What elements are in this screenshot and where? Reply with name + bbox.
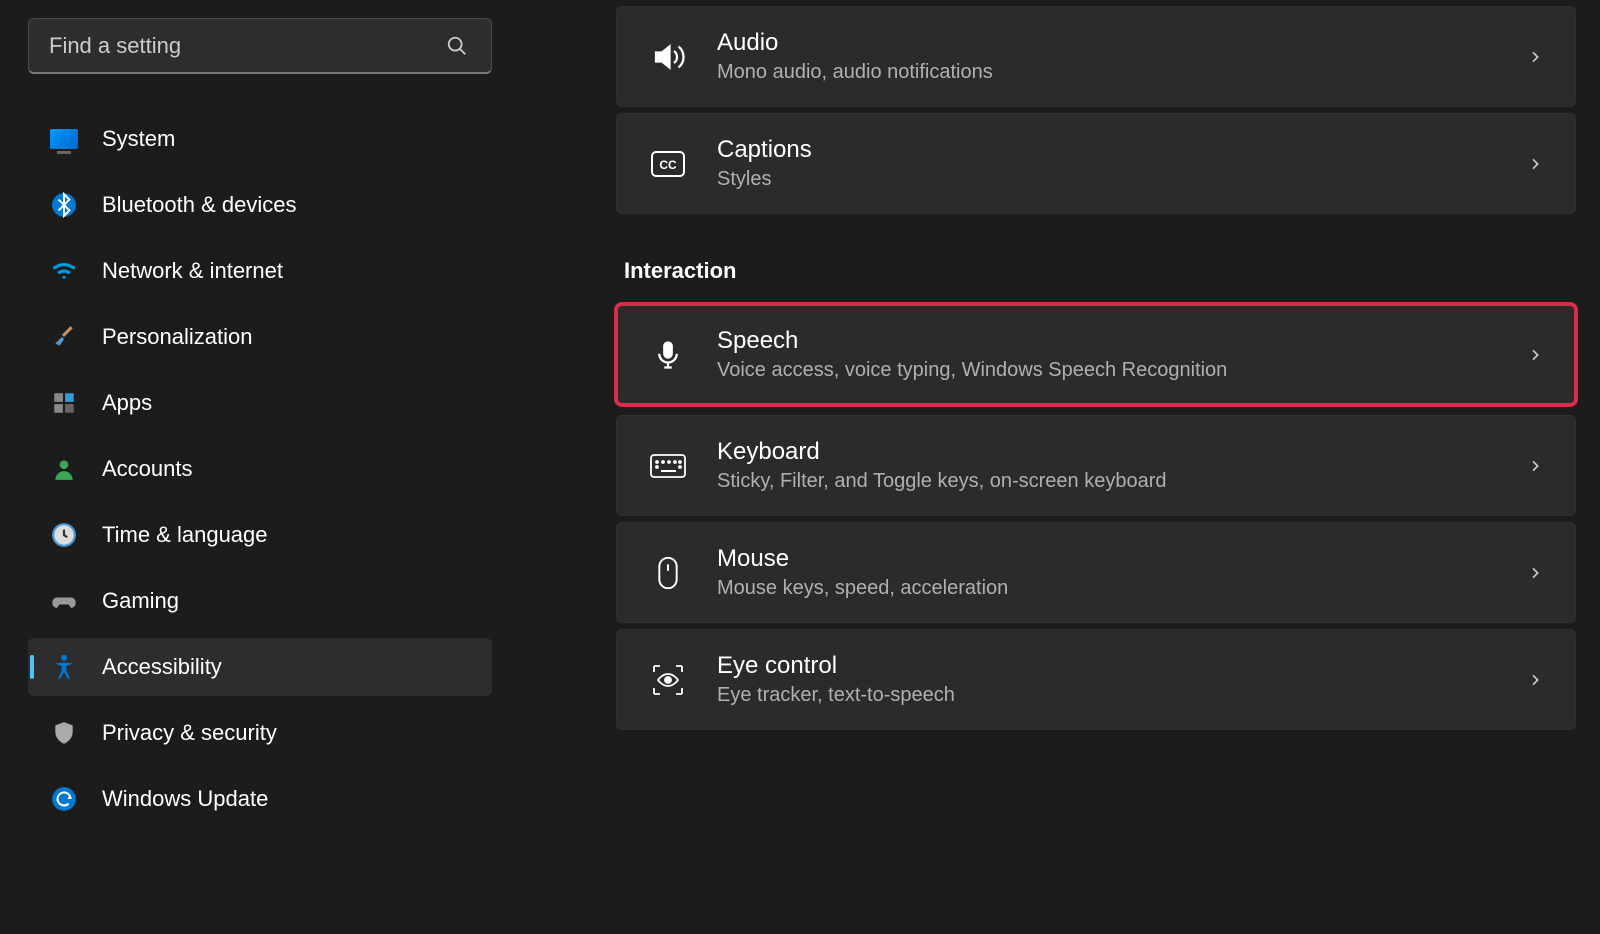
- wifi-icon: [46, 253, 82, 289]
- sidebar-item-accounts[interactable]: Accounts: [28, 440, 492, 498]
- card-text: Mouse Mouse keys, speed, acceleration: [717, 545, 1525, 600]
- sidebar-item-label: Gaming: [102, 588, 179, 614]
- sidebar-item-apps[interactable]: Apps: [28, 374, 492, 432]
- card-subtitle: Mouse keys, speed, acceleration: [717, 577, 1525, 600]
- card-captions[interactable]: CC Captions Styles: [616, 113, 1576, 214]
- section-header-interaction: Interaction: [624, 258, 1576, 284]
- person-icon: [46, 451, 82, 487]
- sidebar-item-gaming[interactable]: Gaming: [28, 572, 492, 630]
- chevron-right-icon: [1525, 47, 1545, 67]
- sidebar-item-accessibility[interactable]: Accessibility: [28, 638, 492, 696]
- bluetooth-icon: [46, 187, 82, 223]
- shield-icon: [46, 715, 82, 751]
- sidebar-item-personalization[interactable]: Personalization: [28, 308, 492, 366]
- clock-icon: [46, 517, 82, 553]
- sidebar-item-label: Accounts: [102, 456, 193, 482]
- chevron-right-icon: [1525, 456, 1545, 476]
- mouse-icon: [647, 552, 689, 594]
- sidebar-item-system[interactable]: System: [28, 110, 492, 168]
- sidebar-item-time[interactable]: Time & language: [28, 506, 492, 564]
- content-area: Audio Mono audio, audio notifications CC…: [520, 0, 1600, 934]
- speaker-icon: [647, 36, 689, 78]
- card-text: Audio Mono audio, audio notifications: [717, 29, 1525, 84]
- card-subtitle: Styles: [717, 168, 1525, 191]
- chevron-right-icon: [1525, 154, 1545, 174]
- card-subtitle: Mono audio, audio notifications: [717, 61, 1525, 84]
- search-box[interactable]: [28, 18, 492, 74]
- card-title: Mouse: [717, 545, 1525, 573]
- sidebar: System Bluetooth & devices Network & int…: [0, 0, 520, 934]
- microphone-icon: [647, 334, 689, 376]
- eye-icon: [647, 659, 689, 701]
- chevron-right-icon: [1525, 563, 1545, 583]
- monitor-icon: [46, 121, 82, 157]
- sidebar-item-label: Time & language: [102, 522, 268, 548]
- card-title: Eye control: [717, 652, 1525, 680]
- card-title: Captions: [717, 136, 1525, 164]
- accessibility-icon: [46, 649, 82, 685]
- sidebar-item-label: Network & internet: [102, 258, 283, 284]
- nav-list: System Bluetooth & devices Network & int…: [28, 110, 492, 828]
- apps-icon: [46, 385, 82, 421]
- card-title: Keyboard: [717, 438, 1525, 466]
- svg-text:CC: CC: [659, 158, 677, 172]
- sidebar-item-bluetooth[interactable]: Bluetooth & devices: [28, 176, 492, 234]
- sidebar-item-label: Windows Update: [102, 786, 268, 812]
- sidebar-item-label: Privacy & security: [102, 720, 277, 746]
- card-title: Audio: [717, 29, 1525, 57]
- sidebar-item-label: Accessibility: [102, 654, 222, 680]
- card-text: Eye control Eye tracker, text-to-speech: [717, 652, 1525, 707]
- card-mouse[interactable]: Mouse Mouse keys, speed, acceleration: [616, 522, 1576, 623]
- keyboard-icon: [647, 445, 689, 487]
- sidebar-item-label: System: [102, 126, 175, 152]
- brush-icon: [46, 319, 82, 355]
- search-icon: [443, 32, 471, 60]
- card-keyboard[interactable]: Keyboard Sticky, Filter, and Toggle keys…: [616, 415, 1576, 516]
- card-title: Speech: [717, 327, 1525, 355]
- sidebar-item-network[interactable]: Network & internet: [28, 242, 492, 300]
- card-speech[interactable]: Speech Voice access, voice typing, Windo…: [616, 304, 1576, 405]
- card-text: Captions Styles: [717, 136, 1525, 191]
- card-text: Speech Voice access, voice typing, Windo…: [717, 327, 1525, 382]
- gamepad-icon: [46, 583, 82, 619]
- card-subtitle: Eye tracker, text-to-speech: [717, 684, 1525, 707]
- sidebar-item-update[interactable]: Windows Update: [28, 770, 492, 828]
- sidebar-item-privacy[interactable]: Privacy & security: [28, 704, 492, 762]
- sidebar-item-label: Bluetooth & devices: [102, 192, 296, 218]
- update-icon: [46, 781, 82, 817]
- chevron-right-icon: [1525, 670, 1545, 690]
- search-input[interactable]: [49, 33, 443, 59]
- sidebar-item-label: Personalization: [102, 324, 252, 350]
- chevron-right-icon: [1525, 345, 1545, 365]
- card-audio[interactable]: Audio Mono audio, audio notifications: [616, 6, 1576, 107]
- cc-icon: CC: [647, 143, 689, 185]
- card-subtitle: Sticky, Filter, and Toggle keys, on-scre…: [717, 470, 1525, 493]
- sidebar-item-label: Apps: [102, 390, 152, 416]
- card-subtitle: Voice access, voice typing, Windows Spee…: [717, 359, 1525, 382]
- card-eye-control[interactable]: Eye control Eye tracker, text-to-speech: [616, 629, 1576, 730]
- card-text: Keyboard Sticky, Filter, and Toggle keys…: [717, 438, 1525, 493]
